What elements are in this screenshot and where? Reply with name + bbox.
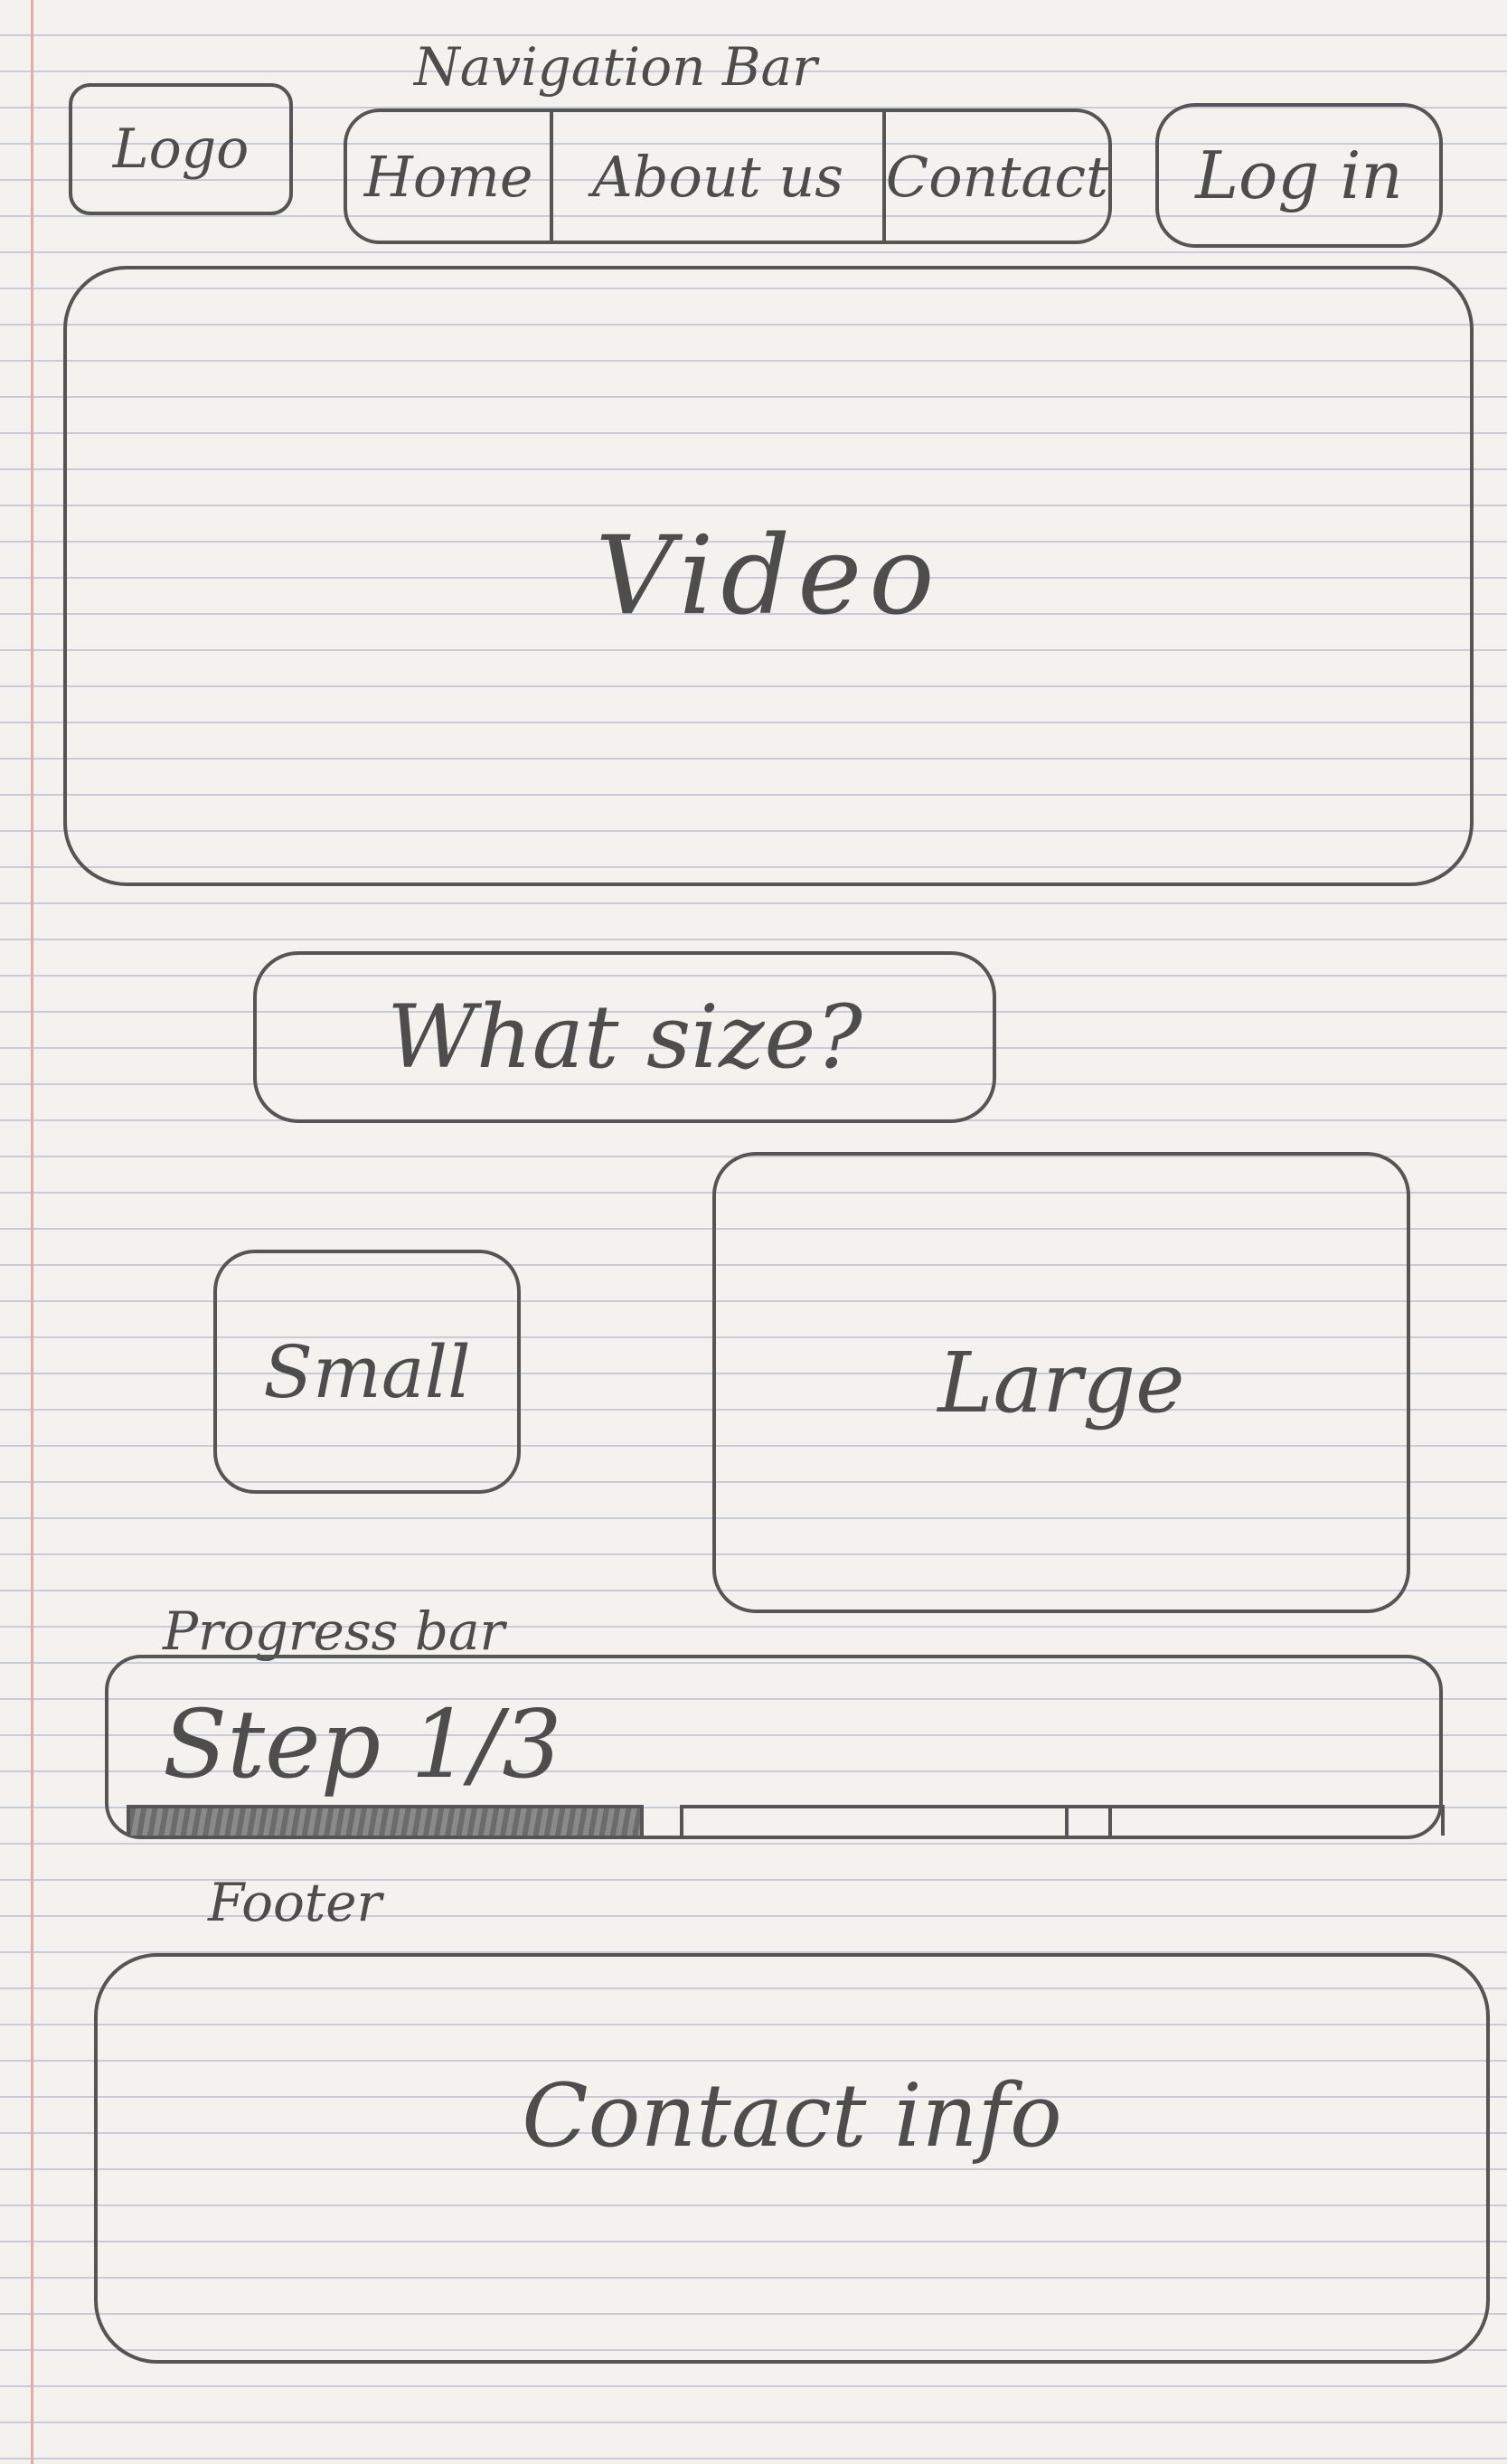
progress-segment-3	[1065, 1805, 1445, 1836]
progress-segment-1	[127, 1805, 644, 1836]
nav-item-about-us[interactable]: About us	[553, 112, 886, 241]
progress-step-label: Step 1/3	[163, 1689, 562, 1799]
nav-item-home[interactable]: Home	[347, 112, 554, 241]
size-question: What size?	[253, 951, 996, 1123]
option-small-button[interactable]: Small	[213, 1250, 521, 1494]
footer: Contact info	[94, 1953, 1490, 2364]
video-player[interactable]: Video	[63, 266, 1474, 886]
login-button[interactable]: Log in	[1155, 103, 1443, 248]
option-large-button[interactable]: Large	[712, 1152, 1410, 1613]
progress-segment-2	[680, 1805, 1112, 1836]
video-label: Video	[595, 513, 942, 639]
progress-bar: Step 1/3	[105, 1655, 1445, 1839]
footer-annotation: Footer	[208, 1872, 382, 1933]
nav-item-contact[interactable]: Contact	[886, 112, 1108, 241]
navigation-bar-annotation: Navigation Bar	[414, 36, 817, 98]
progress-bar-annotation: Progress bar	[163, 1600, 505, 1662]
logo[interactable]: Logo	[69, 83, 293, 215]
navigation-bar: Home About us Contact	[344, 109, 1112, 244]
footer-contact-info[interactable]: Contact info	[522, 2065, 1062, 2167]
